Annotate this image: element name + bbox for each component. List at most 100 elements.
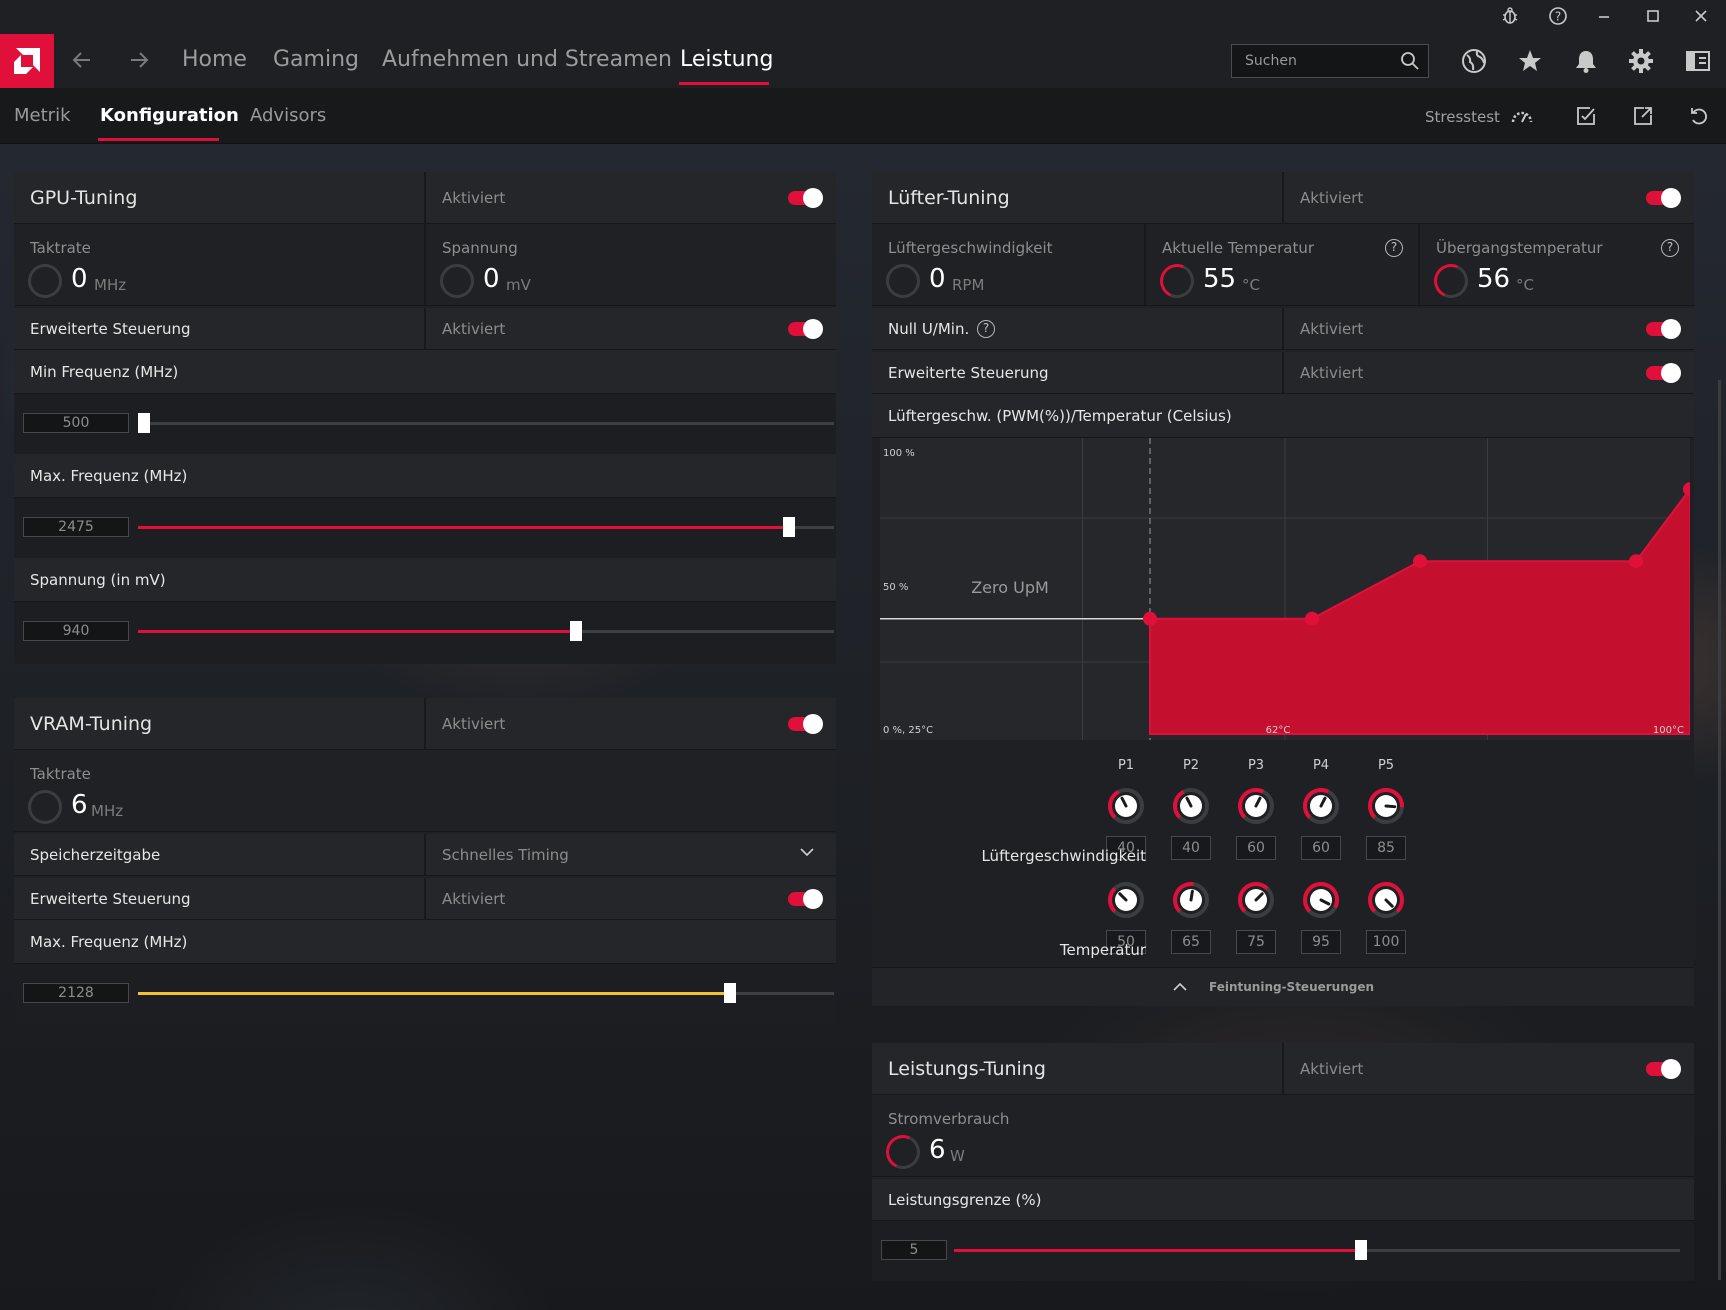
temperature-knob-p1[interactable] xyxy=(1106,880,1146,920)
chevron-up-icon[interactable] xyxy=(1172,979,1188,999)
power-limit-input[interactable]: 5 xyxy=(881,1240,947,1260)
power-tuning-toggle[interactable] xyxy=(1646,1059,1681,1079)
reset-icon[interactable] xyxy=(1688,105,1710,127)
memory-timing-select[interactable]: Schnelles Timing xyxy=(442,846,569,864)
nav-item-home[interactable]: Home xyxy=(182,47,247,72)
junction-temperature-help-icon[interactable]: ? xyxy=(1661,239,1679,257)
fan-speed-input-p4[interactable]: 60 xyxy=(1301,836,1341,860)
temperature-knob-p4[interactable] xyxy=(1301,880,1341,920)
voltage-slider[interactable] xyxy=(138,621,834,641)
fan-point-label-p2: P2 xyxy=(1182,758,1200,773)
vram-tuning-header: VRAM-Tuning Aktiviert xyxy=(14,698,836,750)
temperature-input-p3[interactable]: 75 xyxy=(1236,930,1276,954)
nav-item-performance[interactable]: Leistung xyxy=(680,47,773,72)
vram-max-frequency-slider[interactable] xyxy=(138,983,834,1003)
power-limit-slider-thumb[interactable] xyxy=(1354,1240,1367,1260)
voltage-slider-thumb[interactable] xyxy=(570,621,583,641)
search-box[interactable]: Suchen xyxy=(1231,44,1429,78)
fan-point-label-p3: P3 xyxy=(1247,758,1265,773)
fan-speed-knob-p3[interactable] xyxy=(1236,786,1276,826)
amd-logo-icon[interactable] xyxy=(0,34,54,88)
temperature-knob-p2[interactable] xyxy=(1171,880,1211,920)
nav-active-underline xyxy=(679,82,769,85)
min-frequency-input[interactable]: 500 xyxy=(23,413,129,433)
nav-item-gaming[interactable]: Gaming xyxy=(273,47,359,72)
vram-tuning-title: VRAM-Tuning xyxy=(30,713,153,735)
apply-changes-icon[interactable] xyxy=(1575,105,1597,127)
bug-report-icon[interactable] xyxy=(1499,6,1521,28)
vram-max-frequency-input[interactable]: 2128 xyxy=(23,983,129,1003)
power-limit-label: Leistungsgrenze (%) xyxy=(888,1191,1042,1209)
tab-metrics[interactable]: Metrik xyxy=(14,105,71,126)
min-frequency-slider[interactable] xyxy=(138,413,834,433)
forward-arrow-icon[interactable] xyxy=(127,45,151,82)
gpu-advanced-control-row: Erweiterte Steuerung Aktiviert xyxy=(14,308,836,350)
clock-unit: MHz xyxy=(94,276,127,294)
fan-tuning-toggle[interactable] xyxy=(1646,188,1681,208)
fan-advanced-control-label: Erweiterte Steuerung xyxy=(888,364,1049,382)
help-icon[interactable]: ? xyxy=(1547,6,1569,28)
fan-speed-input-p3[interactable]: 60 xyxy=(1236,836,1276,860)
max-frequency-slider[interactable] xyxy=(138,517,834,537)
gear-icon[interactable] xyxy=(1628,48,1654,74)
vram-advanced-control-row: Erweiterte Steuerung Aktiviert xyxy=(14,878,836,920)
globe-icon[interactable] xyxy=(1461,48,1487,74)
fan-advanced-toggle[interactable] xyxy=(1646,363,1681,383)
fan-curve-point-p1 xyxy=(1143,611,1157,626)
max-frequency-slider-thumb[interactable] xyxy=(782,517,795,537)
scrollbar[interactable] xyxy=(1718,380,1721,1280)
fan-speed-knob-p2[interactable] xyxy=(1171,786,1211,826)
fan-speed-input-p5[interactable]: 85 xyxy=(1366,836,1406,860)
tab-configuration[interactable]: Konfiguration xyxy=(100,105,239,126)
tab-advisors[interactable]: Advisors xyxy=(250,105,326,126)
row-divider xyxy=(424,308,426,349)
voltage-input[interactable]: 940 xyxy=(23,621,129,641)
stress-test-label[interactable]: Stresstest xyxy=(1425,108,1500,126)
fan-speed-knob-p4[interactable] xyxy=(1301,786,1341,826)
current-temperature-help-icon[interactable]: ? xyxy=(1385,239,1403,257)
power-tuning-header: Leistungs-Tuning Aktiviert xyxy=(872,1043,1694,1095)
power-consumption-label: Stromverbrauch xyxy=(888,1110,1010,1128)
metric-divider xyxy=(1418,224,1420,305)
vram-metrics-row: Taktrate 6 MHz xyxy=(14,750,836,832)
search-icon[interactable] xyxy=(1400,51,1420,75)
gpu-advanced-toggle[interactable] xyxy=(788,319,823,339)
fan-curve-chart[interactable]: 100 % 50 % 0 %, 25°C 62°C 100°C Zero UpM xyxy=(880,438,1690,740)
close-icon[interactable] xyxy=(1690,6,1712,28)
voltage-unit: mV xyxy=(506,276,531,294)
fine-tuning-row[interactable]: Feintuning-Steuerungen xyxy=(872,967,1694,1006)
zero-rpm-toggle[interactable] xyxy=(1646,319,1681,339)
export-icon[interactable] xyxy=(1632,105,1654,127)
temperature-input-p2[interactable]: 65 xyxy=(1171,930,1211,954)
max-frequency-input[interactable]: 2475 xyxy=(23,517,129,537)
fine-tuning-label[interactable]: Feintuning-Steuerungen xyxy=(1209,980,1374,994)
sidebar-panel-icon[interactable] xyxy=(1685,48,1711,74)
temperature-input-p4[interactable]: 95 xyxy=(1301,930,1341,954)
temperature-knob-p5[interactable] xyxy=(1366,880,1406,920)
minimize-icon[interactable] xyxy=(1593,6,1615,28)
vram-tuning-toggle[interactable] xyxy=(788,714,823,734)
gpu-tuning-header: GPU-Tuning Aktiviert xyxy=(14,172,836,224)
search-input[interactable]: Suchen xyxy=(1245,53,1297,69)
temperature-input-p5[interactable]: 100 xyxy=(1366,930,1406,954)
vram-advanced-toggle[interactable] xyxy=(788,889,823,909)
stress-test-gauge-icon[interactable] xyxy=(1510,105,1533,127)
maximize-icon[interactable] xyxy=(1642,6,1664,28)
metric-divider xyxy=(1144,224,1146,305)
fan-speed-knob-p1[interactable] xyxy=(1106,786,1146,826)
zero-rpm-help-icon[interactable]: ? xyxy=(977,320,995,338)
vram-max-frequency-slider-thumb[interactable] xyxy=(723,983,736,1003)
fan-speed-knob-p5[interactable] xyxy=(1366,786,1406,826)
back-arrow-icon[interactable] xyxy=(70,45,94,82)
power-limit-slider[interactable] xyxy=(954,1240,1680,1260)
chevron-down-icon[interactable] xyxy=(799,844,815,864)
min-frequency-slider-thumb[interactable] xyxy=(138,413,150,433)
voltage-setting-row: Spannung (in mV) xyxy=(14,558,836,602)
fan-speed-input-p2[interactable]: 40 xyxy=(1171,836,1211,860)
nav-item-record-stream[interactable]: Aufnehmen und Streamen xyxy=(382,47,672,72)
temperature-knob-p3[interactable] xyxy=(1236,880,1276,920)
bell-icon[interactable] xyxy=(1573,48,1599,74)
y-tick-label: 50 % xyxy=(883,582,908,593)
gpu-tuning-toggle[interactable] xyxy=(788,188,823,208)
star-icon[interactable] xyxy=(1517,48,1543,74)
